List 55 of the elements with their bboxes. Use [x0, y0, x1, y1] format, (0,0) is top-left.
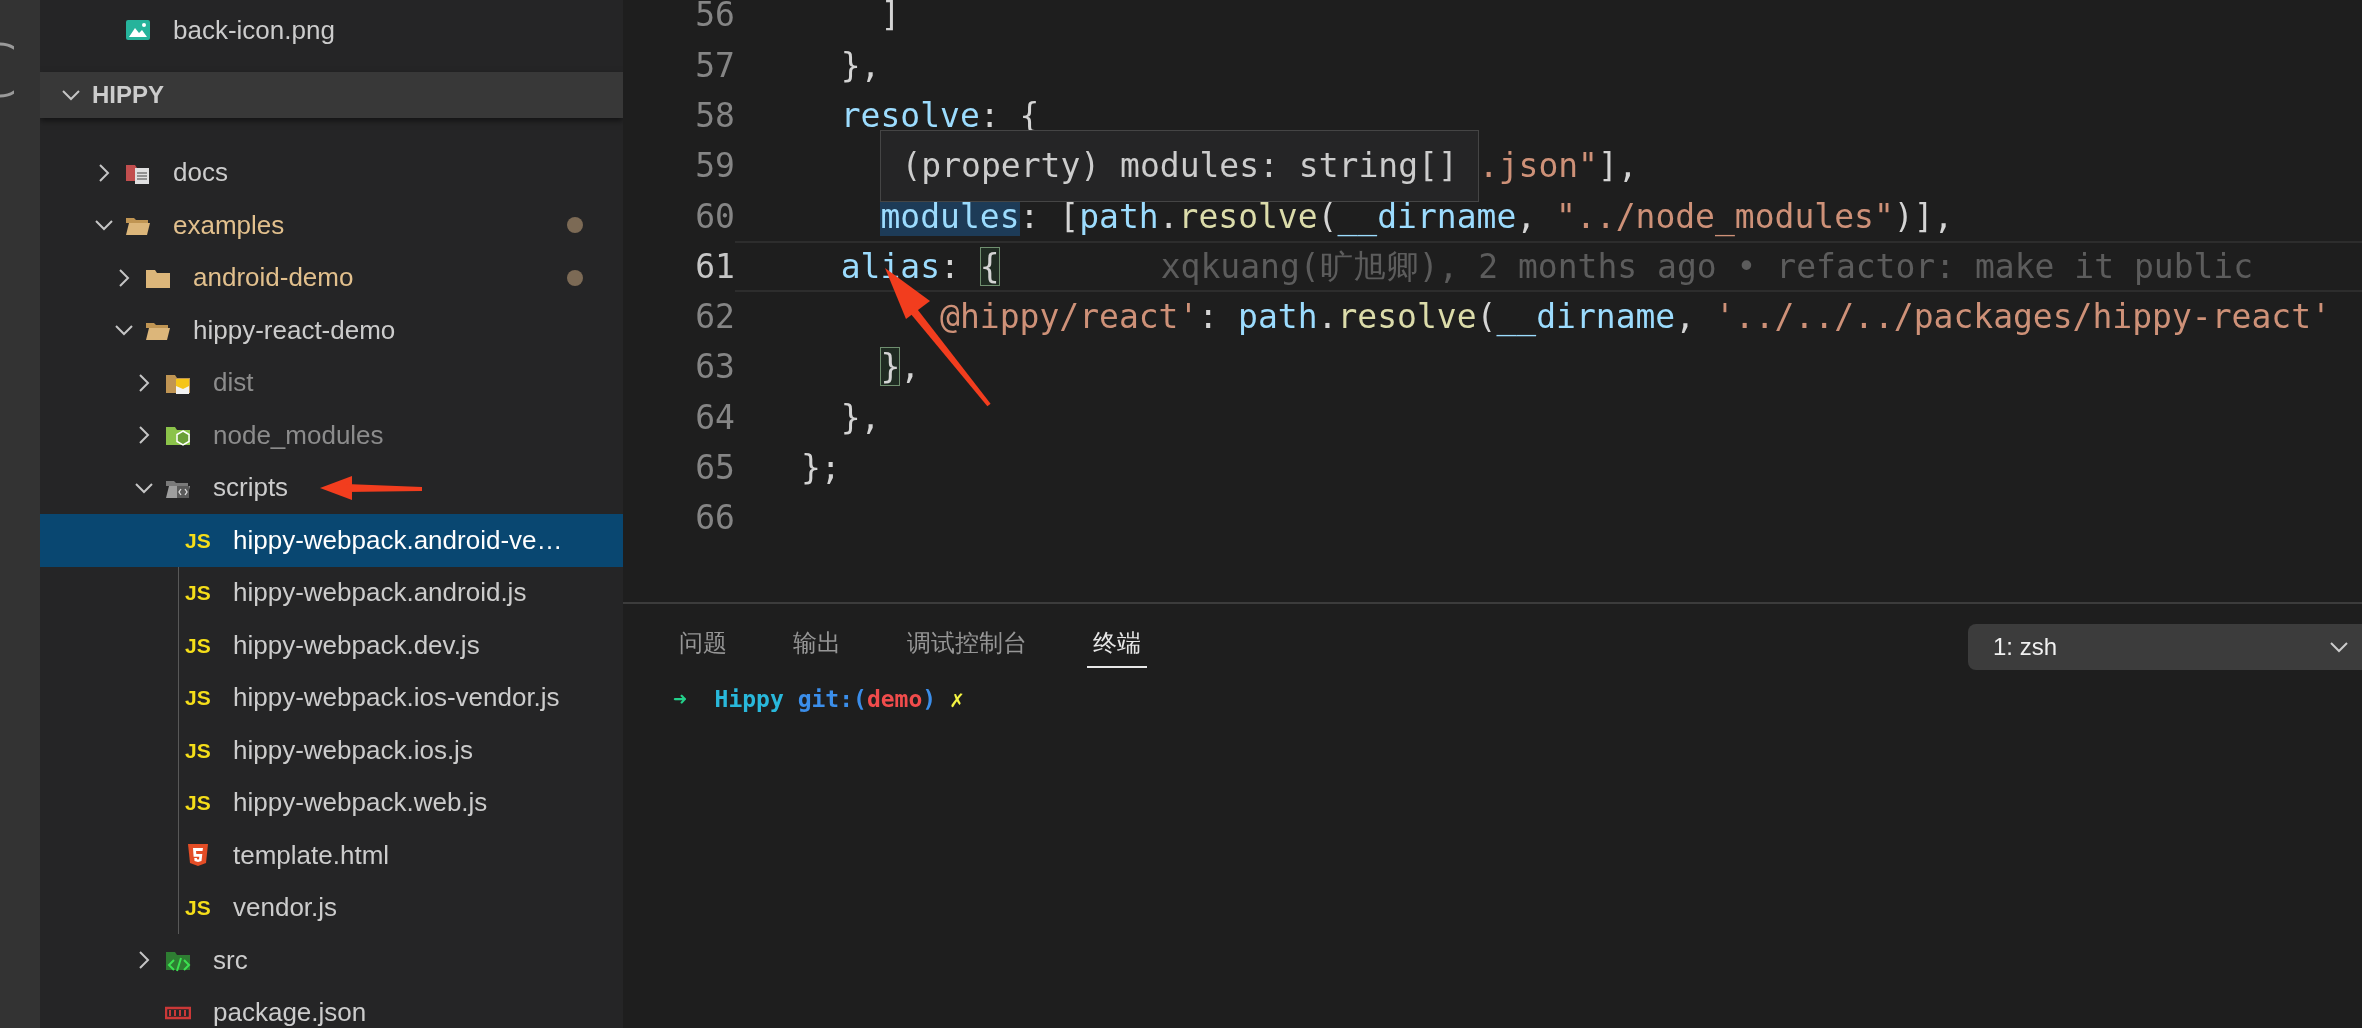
line-number: 57 — [694, 44, 735, 87]
panel-tab[interactable]: 问题 — [673, 628, 733, 668]
shield-icon — [185, 843, 211, 868]
js-icon: JS — [185, 897, 211, 919]
panel-tab[interactable]: 终端 — [1087, 628, 1147, 668]
tree-item[interactable]: dist — [40, 356, 623, 409]
tree-item[interactable]: src — [40, 934, 623, 987]
js-icon: JS — [185, 792, 211, 814]
tree-item[interactable]: JS hippy-webpack.dev.js — [40, 619, 623, 672]
code-text: ] — [880, 0, 901, 37]
code-text: alias: { — [840, 245, 1000, 288]
tree-item[interactable]: hippy-react-demo — [40, 304, 623, 357]
tree-item[interactable]: scripts — [40, 461, 623, 514]
line-number: 62 — [694, 296, 735, 339]
tree-item[interactable]: JS vendor.js — [40, 881, 623, 934]
tree-item[interactable]: JS hippy-webpack.ios-vendor.js — [40, 671, 623, 724]
terminal-line: ➜ Hippy git:(demo) ✗ — [673, 685, 965, 714]
code-text: .json"], — [1478, 145, 1638, 188]
tree-item[interactable]: package.json — [40, 986, 623, 1028]
panel-tab[interactable]: 输出 — [787, 628, 847, 668]
code-text: }, — [840, 44, 881, 87]
js-icon: JS — [185, 582, 211, 604]
blame-annotation: xqkuang(旷旭卿), 2 months ago • refactor: make it public — [1160, 245, 2254, 288]
tree-item[interactable]: android-demo — [40, 251, 623, 304]
panel-tab[interactable]: 调试控制台 — [901, 628, 1033, 668]
terminal-select[interactable]: 1: zsh — [1968, 624, 2362, 670]
line-number: 58 — [694, 95, 735, 137]
tree-item[interactable]: template.html — [40, 829, 623, 882]
line-number: 60 — [694, 195, 735, 238]
tree-item[interactable]: JS hippy-webpack.web.js — [40, 776, 623, 829]
code-text: }; — [801, 447, 841, 490]
code-text: @hippy/react': path.resolve(__dirname, '../../../packages/hippy-react' — [940, 296, 2331, 339]
line-number: 63 — [694, 346, 735, 389]
ring-icon — [0, 40, 14, 100]
tree-item[interactable]: JS hippy-webpack.android.js — [40, 566, 623, 619]
tree-item[interactable]: node_modules — [40, 409, 623, 462]
code-text: }, — [840, 396, 881, 439]
line-number: 56 — [694, 0, 735, 37]
image-file-icon — [125, 18, 151, 43]
section-header[interactable]: HIPPY — [40, 71, 623, 118]
tree-item[interactable]: JS hippy-webpack.ios.js — [40, 724, 623, 777]
js-icon: JS — [185, 529, 211, 551]
line-number: 59 — [694, 145, 735, 188]
tree-item[interactable]: examples — [40, 199, 623, 252]
tree-item[interactable]: docs — [40, 146, 623, 199]
tree-item[interactable]: JS hippy-webpack.android-ve… — [40, 514, 623, 567]
hover-tooltip: (property) modules: string[] — [880, 130, 1479, 203]
js-icon: JS — [185, 634, 211, 656]
line-number: 66 — [694, 497, 735, 540]
line-number: 65 — [694, 447, 735, 490]
js-icon: JS — [185, 687, 211, 709]
tree-item[interactable]: back-icon.png — [40, 4, 623, 57]
line-number: 61 — [694, 245, 735, 288]
line-number: 64 — [694, 396, 735, 439]
js-icon: JS — [185, 739, 211, 761]
